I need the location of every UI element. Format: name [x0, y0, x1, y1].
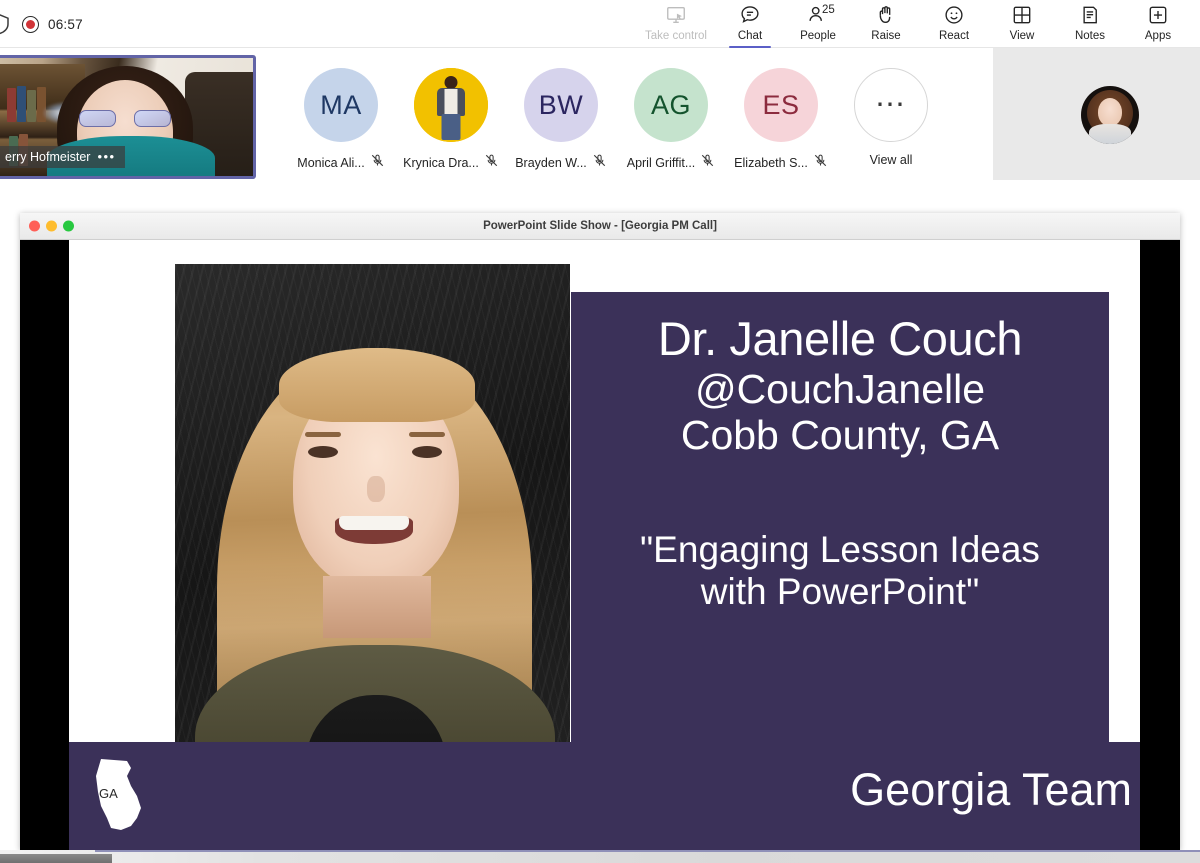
- participant-name: Krynica Dra...: [403, 156, 479, 170]
- participant-name: Brayden W...: [515, 156, 587, 170]
- chat-label: Chat: [737, 30, 763, 42]
- participant-avatar-list: MA Monica Ali... Krynica Dra... BW Brayd…: [286, 48, 946, 187]
- shield-icon: [0, 0, 12, 48]
- chat-button[interactable]: Chat: [716, 0, 784, 48]
- window-title-bar: PowerPoint Slide Show - [Georgia PM Call…: [20, 213, 1180, 240]
- participant-name: Monica Ali...: [297, 156, 365, 170]
- participant-tile[interactable]: BW Brayden W...: [506, 48, 616, 173]
- avatar: BW: [524, 68, 598, 142]
- take-control-button[interactable]: Take control: [636, 0, 716, 48]
- toolbar-actions: Take control Chat 25 People Raise React …: [636, 0, 1192, 48]
- raise-hand-button[interactable]: Raise: [852, 0, 920, 48]
- people-count-badge: 25: [822, 4, 835, 16]
- participant-tile[interactable]: MA Monica Ali...: [286, 48, 396, 173]
- presenter-avatar[interactable]: [1081, 86, 1139, 144]
- take-control-icon: [665, 3, 687, 27]
- view-all-label: View all: [869, 153, 913, 167]
- self-more-options-icon[interactable]: •••: [97, 149, 115, 164]
- muted-mic-icon: [700, 153, 715, 173]
- speaker-handle: @CouchJanelle: [694, 365, 986, 412]
- slide-canvas: Dr. Janelle Couch @CouchJanelle Cobb Cou…: [69, 240, 1140, 850]
- bottom-accent-line: [95, 850, 1200, 852]
- people-button[interactable]: 25 People: [784, 0, 852, 48]
- minimize-button[interactable]: [46, 220, 57, 232]
- participant-tile[interactable]: ES Elizabeth S...: [726, 48, 836, 173]
- self-name-badge: erry Hofmeister •••: [0, 146, 125, 168]
- apps-label: Apps: [1144, 30, 1172, 42]
- self-name-label: erry Hofmeister: [5, 149, 91, 164]
- meeting-toolbar: 06:57 Take control Chat 25 People Raise …: [0, 0, 1200, 48]
- participant-name: Elizabeth S...: [734, 156, 808, 170]
- self-video-tile[interactable]: erry Hofmeister •••: [0, 55, 256, 179]
- slide-footer-text: Georgia Team: [850, 764, 1132, 815]
- slide-text-panel: Dr. Janelle Couch @CouchJanelle Cobb Cou…: [571, 292, 1109, 770]
- notes-label: Notes: [1074, 30, 1106, 42]
- muted-mic-icon: [592, 153, 607, 173]
- people-icon: 25: [807, 3, 835, 27]
- speaker-location: Cobb County, GA: [680, 412, 1000, 459]
- georgia-state-icon: [87, 756, 149, 834]
- session-title-line2: with PowerPoint": [700, 571, 980, 613]
- avatar: [414, 68, 488, 142]
- powerpoint-slideshow-window: PowerPoint Slide Show - [Georgia PM Call…: [20, 213, 1180, 850]
- view-label: View: [1009, 30, 1035, 42]
- speaker-name: Dr. Janelle Couch: [657, 312, 1023, 365]
- raise-hand-icon: [875, 3, 897, 27]
- taskbar-segment[interactable]: [0, 854, 112, 863]
- participant-name: April Griffit...: [626, 156, 696, 170]
- view-all-button[interactable]: ⋯ View all: [836, 48, 946, 167]
- muted-mic-icon: [370, 153, 385, 173]
- georgia-state-abbr: GA: [99, 786, 118, 801]
- raise-label: Raise: [871, 30, 901, 42]
- avatar-initials: MA: [320, 89, 362, 120]
- maximize-button[interactable]: [63, 220, 74, 232]
- muted-mic-icon: [484, 153, 499, 173]
- bottom-status-bar: [0, 850, 1200, 863]
- notes-icon: [1079, 3, 1101, 27]
- participant-strip: erry Hofmeister ••• MA Monica Ali... Kry…: [0, 48, 1200, 187]
- avatar-initials: BW: [538, 89, 584, 120]
- react-label: React: [938, 30, 970, 42]
- recording-indicator: 06:57: [22, 15, 83, 33]
- slide-footer-bar: GA Georgia Team: [69, 742, 1140, 850]
- overflow-dots-icon: ⋯: [854, 68, 928, 142]
- react-button[interactable]: React: [920, 0, 988, 48]
- participant-tile[interactable]: Krynica Dra...: [396, 48, 506, 173]
- avatar-initials: ES: [762, 89, 800, 120]
- traffic-light-buttons: [29, 220, 74, 232]
- avatar: AG: [634, 68, 708, 142]
- window-title: PowerPoint Slide Show - [Georgia PM Call…: [483, 220, 717, 232]
- participant-tile[interactable]: AG April Griffit...: [616, 48, 726, 173]
- toolbar-left-group: 06:57: [0, 0, 83, 48]
- avatar-initials: AG: [650, 89, 691, 120]
- chat-icon: [739, 3, 761, 27]
- view-grid-icon: [1011, 3, 1033, 27]
- session-title-line1: "Engaging Lesson Ideas: [640, 529, 1040, 571]
- take-control-label: Take control: [644, 30, 707, 42]
- apps-plus-icon: [1147, 3, 1169, 27]
- record-dot-icon: [22, 15, 39, 33]
- people-label: People: [800, 30, 836, 42]
- slide-viewport[interactable]: Dr. Janelle Couch @CouchJanelle Cobb Cou…: [20, 240, 1180, 850]
- notes-button[interactable]: Notes: [1056, 0, 1124, 48]
- muted-mic-icon: [813, 153, 828, 173]
- react-smiley-icon: [943, 3, 965, 27]
- recording-timer: 06:57: [48, 16, 83, 32]
- avatar: ES: [744, 68, 818, 142]
- close-button[interactable]: [29, 220, 40, 232]
- apps-button[interactable]: Apps: [1124, 0, 1192, 48]
- avatar: MA: [304, 68, 378, 142]
- view-button[interactable]: View: [988, 0, 1056, 48]
- presenter-avatar-panel: [993, 48, 1200, 180]
